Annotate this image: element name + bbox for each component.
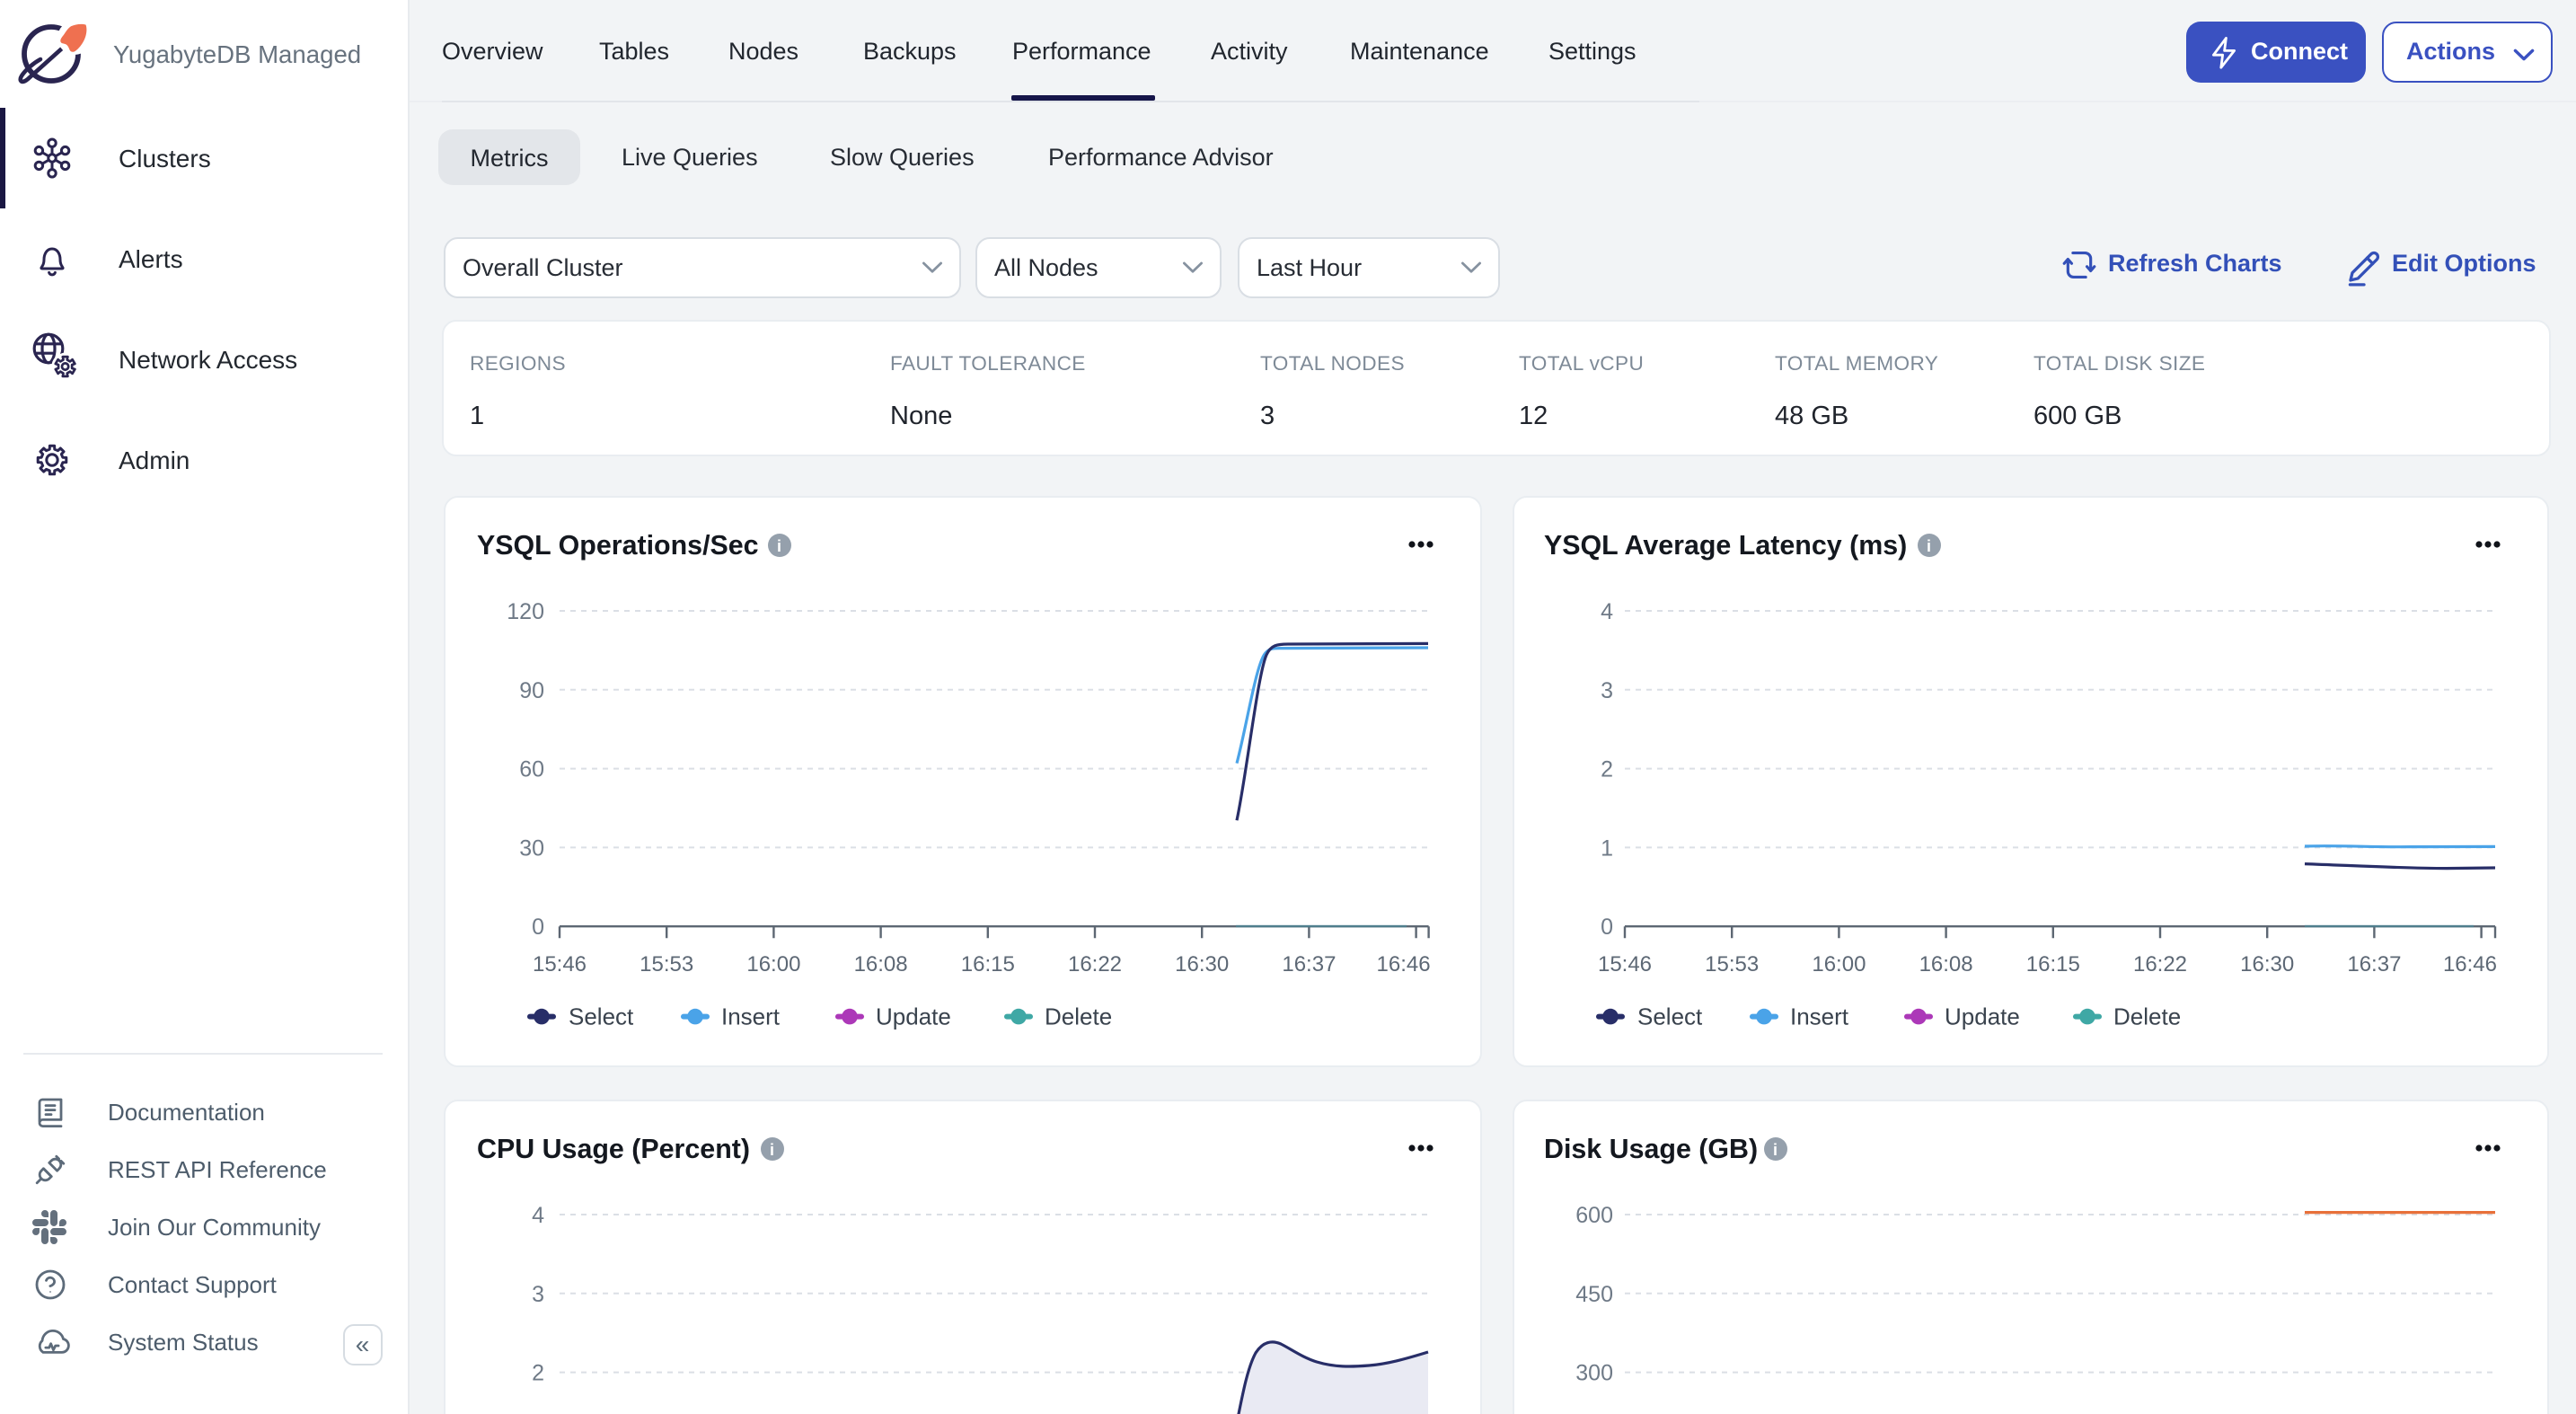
svg-text:16:37: 16:37 — [2346, 951, 2400, 976]
svg-text:Disk Usage (GB): Disk Usage (GB) — [1543, 1133, 1757, 1163]
svg-text:16:22: 16:22 — [2132, 951, 2186, 976]
svg-text:16:30: 16:30 — [1174, 951, 1228, 976]
svg-text:16:08: 16:08 — [1919, 951, 1972, 976]
svg-text:60: 60 — [518, 756, 543, 782]
svg-text:16:46: 16:46 — [1376, 951, 1430, 976]
svg-text:16:46: 16:46 — [2442, 951, 2496, 976]
svg-text:4: 4 — [1600, 598, 1612, 623]
svg-text:16:15: 16:15 — [960, 951, 1014, 976]
svg-text:15:46: 15:46 — [532, 951, 586, 976]
svg-text:1: 1 — [1600, 835, 1612, 860]
svg-text:i: i — [1926, 536, 1930, 554]
svg-text:15:46: 15:46 — [1597, 951, 1651, 976]
svg-text:15:53: 15:53 — [639, 951, 693, 976]
svg-text:YSQL Average Latency (ms): YSQL Average Latency (ms) — [1543, 529, 1906, 560]
svg-text:Update: Update — [1944, 1003, 2019, 1030]
svg-text:3: 3 — [531, 1281, 543, 1306]
svg-text:15:53: 15:53 — [1704, 951, 1758, 976]
svg-text:16:00: 16:00 — [745, 951, 799, 976]
svg-text:Select: Select — [1636, 1003, 1702, 1030]
svg-text:CPU Usage (Percent): CPU Usage (Percent) — [476, 1133, 749, 1163]
svg-text:120: 120 — [506, 598, 543, 623]
svg-text:90: 90 — [518, 677, 543, 703]
svg-text:Update: Update — [875, 1003, 950, 1030]
svg-text:YSQL Operations/Sec: YSQL Operations/Sec — [476, 529, 758, 560]
svg-text:0: 0 — [531, 914, 543, 939]
svg-text:Delete: Delete — [2113, 1003, 2180, 1030]
svg-text:Insert: Insert — [1789, 1003, 1848, 1030]
svg-text:30: 30 — [518, 835, 543, 860]
svg-text:Select: Select — [568, 1003, 633, 1030]
svg-text:Insert: Insert — [720, 1003, 780, 1030]
svg-text:450: 450 — [1575, 1281, 1612, 1306]
svg-text:i: i — [776, 536, 781, 554]
svg-text:16:30: 16:30 — [2239, 951, 2293, 976]
svg-text:2: 2 — [531, 1360, 543, 1385]
svg-text:4: 4 — [531, 1202, 543, 1227]
svg-text:2: 2 — [1600, 756, 1612, 782]
svg-text:16:15: 16:15 — [2025, 951, 2079, 976]
svg-text:300: 300 — [1575, 1360, 1612, 1385]
svg-text:16:08: 16:08 — [853, 951, 907, 976]
svg-text:3: 3 — [1600, 677, 1612, 703]
svg-text:Delete: Delete — [1044, 1003, 1111, 1030]
svg-text:16:22: 16:22 — [1067, 951, 1121, 976]
svg-text:16:00: 16:00 — [1811, 951, 1865, 976]
svg-text:0: 0 — [1600, 914, 1612, 939]
svg-text:600: 600 — [1575, 1202, 1612, 1227]
svg-text:16:37: 16:37 — [1281, 951, 1335, 976]
svg-text:i: i — [769, 1140, 773, 1158]
svg-text:i: i — [1772, 1140, 1777, 1158]
